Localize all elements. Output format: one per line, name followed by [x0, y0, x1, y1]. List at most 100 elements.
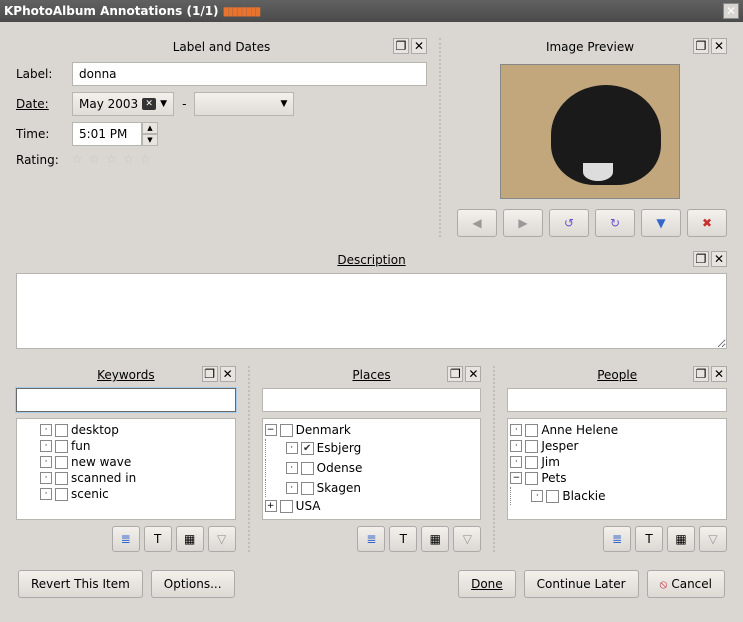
checkbox[interactable]: [55, 424, 68, 437]
expander-icon[interactable]: ·: [510, 424, 522, 436]
filter-button[interactable]: ▽: [453, 526, 481, 552]
date-to-picker[interactable]: ▼: [194, 92, 294, 116]
places-filter-input[interactable]: [262, 388, 482, 412]
time-up-button[interactable]: ▲: [142, 122, 158, 134]
expander-icon[interactable]: ·: [286, 442, 298, 454]
revert-button[interactable]: Revert This Item: [18, 570, 143, 598]
checkbox[interactable]: [280, 500, 293, 513]
expander-icon[interactable]: +: [265, 500, 277, 512]
close-icon[interactable]: ✕: [711, 366, 727, 382]
checkbox[interactable]: [525, 440, 538, 453]
checkbox[interactable]: [301, 442, 314, 455]
expander-icon[interactable]: ·: [40, 424, 52, 436]
tree-item[interactable]: +USA: [265, 498, 479, 514]
tree-item[interactable]: ·Anne Helene: [510, 422, 724, 438]
people-filter-input[interactable]: [507, 388, 727, 412]
close-icon[interactable]: ✕: [411, 38, 427, 54]
expander-icon[interactable]: ·: [286, 482, 298, 494]
sort-date-button[interactable]: ▦: [667, 526, 695, 552]
detach-icon[interactable]: ❐: [693, 366, 709, 382]
next-image-button[interactable]: ▶: [503, 209, 543, 237]
detach-icon[interactable]: ❐: [693, 38, 709, 54]
checkbox[interactable]: [525, 424, 538, 437]
expander-icon[interactable]: ·: [40, 488, 52, 500]
tree-item[interactable]: ·Esbjerg: [265, 438, 479, 458]
tree-item[interactable]: ·new wave: [19, 454, 233, 470]
tree-item[interactable]: −Pets: [510, 470, 724, 486]
sort-alpha-button[interactable]: T: [389, 526, 417, 552]
time-spinner[interactable]: ▲ ▼: [72, 122, 158, 146]
close-icon[interactable]: ✕: [465, 366, 481, 382]
checkbox[interactable]: [546, 490, 559, 503]
tree-item[interactable]: ·scenic: [19, 486, 233, 502]
checkbox[interactable]: [301, 482, 314, 495]
star-icon[interactable]: ☆: [123, 152, 139, 168]
window-close-button[interactable]: ✕: [723, 3, 739, 19]
sort-alpha-button[interactable]: T: [144, 526, 172, 552]
cancel-button[interactable]: ⦸Cancel: [647, 570, 725, 598]
sort-date-button[interactable]: ▦: [176, 526, 204, 552]
expander-icon[interactable]: ·: [510, 440, 522, 452]
filter-button[interactable]: ▽: [699, 526, 727, 552]
sort-tree-button[interactable]: ≣: [112, 526, 140, 552]
checkbox[interactable]: [55, 472, 68, 485]
checkbox[interactable]: [55, 440, 68, 453]
tree-item[interactable]: ·Odense: [265, 458, 479, 478]
tree-item[interactable]: ·desktop: [19, 422, 233, 438]
checkbox[interactable]: [301, 462, 314, 475]
clear-date-icon[interactable]: ✕: [142, 98, 156, 110]
checkbox[interactable]: [55, 456, 68, 469]
star-icon[interactable]: ☆: [89, 152, 105, 168]
time-input[interactable]: [72, 122, 142, 146]
people-tree[interactable]: ·Anne Helene·Jesper·Jim−Pets·Blackie: [507, 418, 727, 520]
expander-icon[interactable]: ·: [40, 456, 52, 468]
detach-icon[interactable]: ❐: [447, 366, 463, 382]
continue-later-button[interactable]: Continue Later: [524, 570, 639, 598]
sort-alpha-button[interactable]: T: [635, 526, 663, 552]
date-from-picker[interactable]: May 2003 ✕ ▼: [72, 92, 174, 116]
close-icon[interactable]: ✕: [711, 38, 727, 54]
tree-item[interactable]: ·scanned in: [19, 470, 233, 486]
rotate-right-button[interactable]: ↻: [595, 209, 635, 237]
detach-icon[interactable]: ❐: [393, 38, 409, 54]
expander-icon[interactable]: ·: [286, 462, 298, 474]
delete-button[interactable]: ✖: [687, 209, 727, 237]
keywords-filter-input[interactable]: [16, 388, 236, 412]
star-icon[interactable]: ☆: [106, 152, 122, 168]
sort-tree-button[interactable]: ≣: [603, 526, 631, 552]
tree-item[interactable]: −Denmark: [265, 422, 479, 438]
checkbox[interactable]: [525, 456, 538, 469]
tree-item[interactable]: ·fun: [19, 438, 233, 454]
tree-item[interactable]: ·Jesper: [510, 438, 724, 454]
star-icon[interactable]: ☆: [72, 152, 88, 168]
options-button[interactable]: Options...: [151, 570, 235, 598]
expander-icon[interactable]: ·: [510, 456, 522, 468]
prev-image-button[interactable]: ◀: [457, 209, 497, 237]
rating-stars[interactable]: ☆ ☆ ☆ ☆ ☆: [72, 152, 156, 168]
filter-button[interactable]: ▽: [208, 526, 236, 552]
fullscreen-button[interactable]: ▼: [641, 209, 681, 237]
rotate-left-button[interactable]: ↺: [549, 209, 589, 237]
keywords-tree[interactable]: ·desktop·fun·new wave·scanned in·scenic: [16, 418, 236, 520]
sort-tree-button[interactable]: ≣: [357, 526, 385, 552]
star-icon[interactable]: ☆: [140, 152, 156, 168]
checkbox[interactable]: [55, 488, 68, 501]
expander-icon[interactable]: ·: [40, 472, 52, 484]
checkbox[interactable]: [525, 472, 538, 485]
tree-item[interactable]: ·Skagen: [265, 478, 479, 498]
expander-icon[interactable]: ·: [40, 440, 52, 452]
tree-item[interactable]: ·Jim: [510, 454, 724, 470]
close-icon[interactable]: ✕: [220, 366, 236, 382]
description-textarea[interactable]: [16, 273, 727, 349]
checkbox[interactable]: [280, 424, 293, 437]
sort-date-button[interactable]: ▦: [421, 526, 449, 552]
detach-icon[interactable]: ❐: [202, 366, 218, 382]
done-button[interactable]: Done: [458, 570, 516, 598]
detach-icon[interactable]: ❐: [693, 251, 709, 267]
label-input[interactable]: [72, 62, 427, 86]
expander-icon[interactable]: −: [265, 424, 277, 436]
time-down-button[interactable]: ▼: [142, 134, 158, 146]
expander-icon[interactable]: −: [510, 472, 522, 484]
places-tree[interactable]: −Denmark·Esbjerg·Odense·Skagen+USA: [262, 418, 482, 520]
tree-item[interactable]: ·Blackie: [510, 486, 724, 506]
